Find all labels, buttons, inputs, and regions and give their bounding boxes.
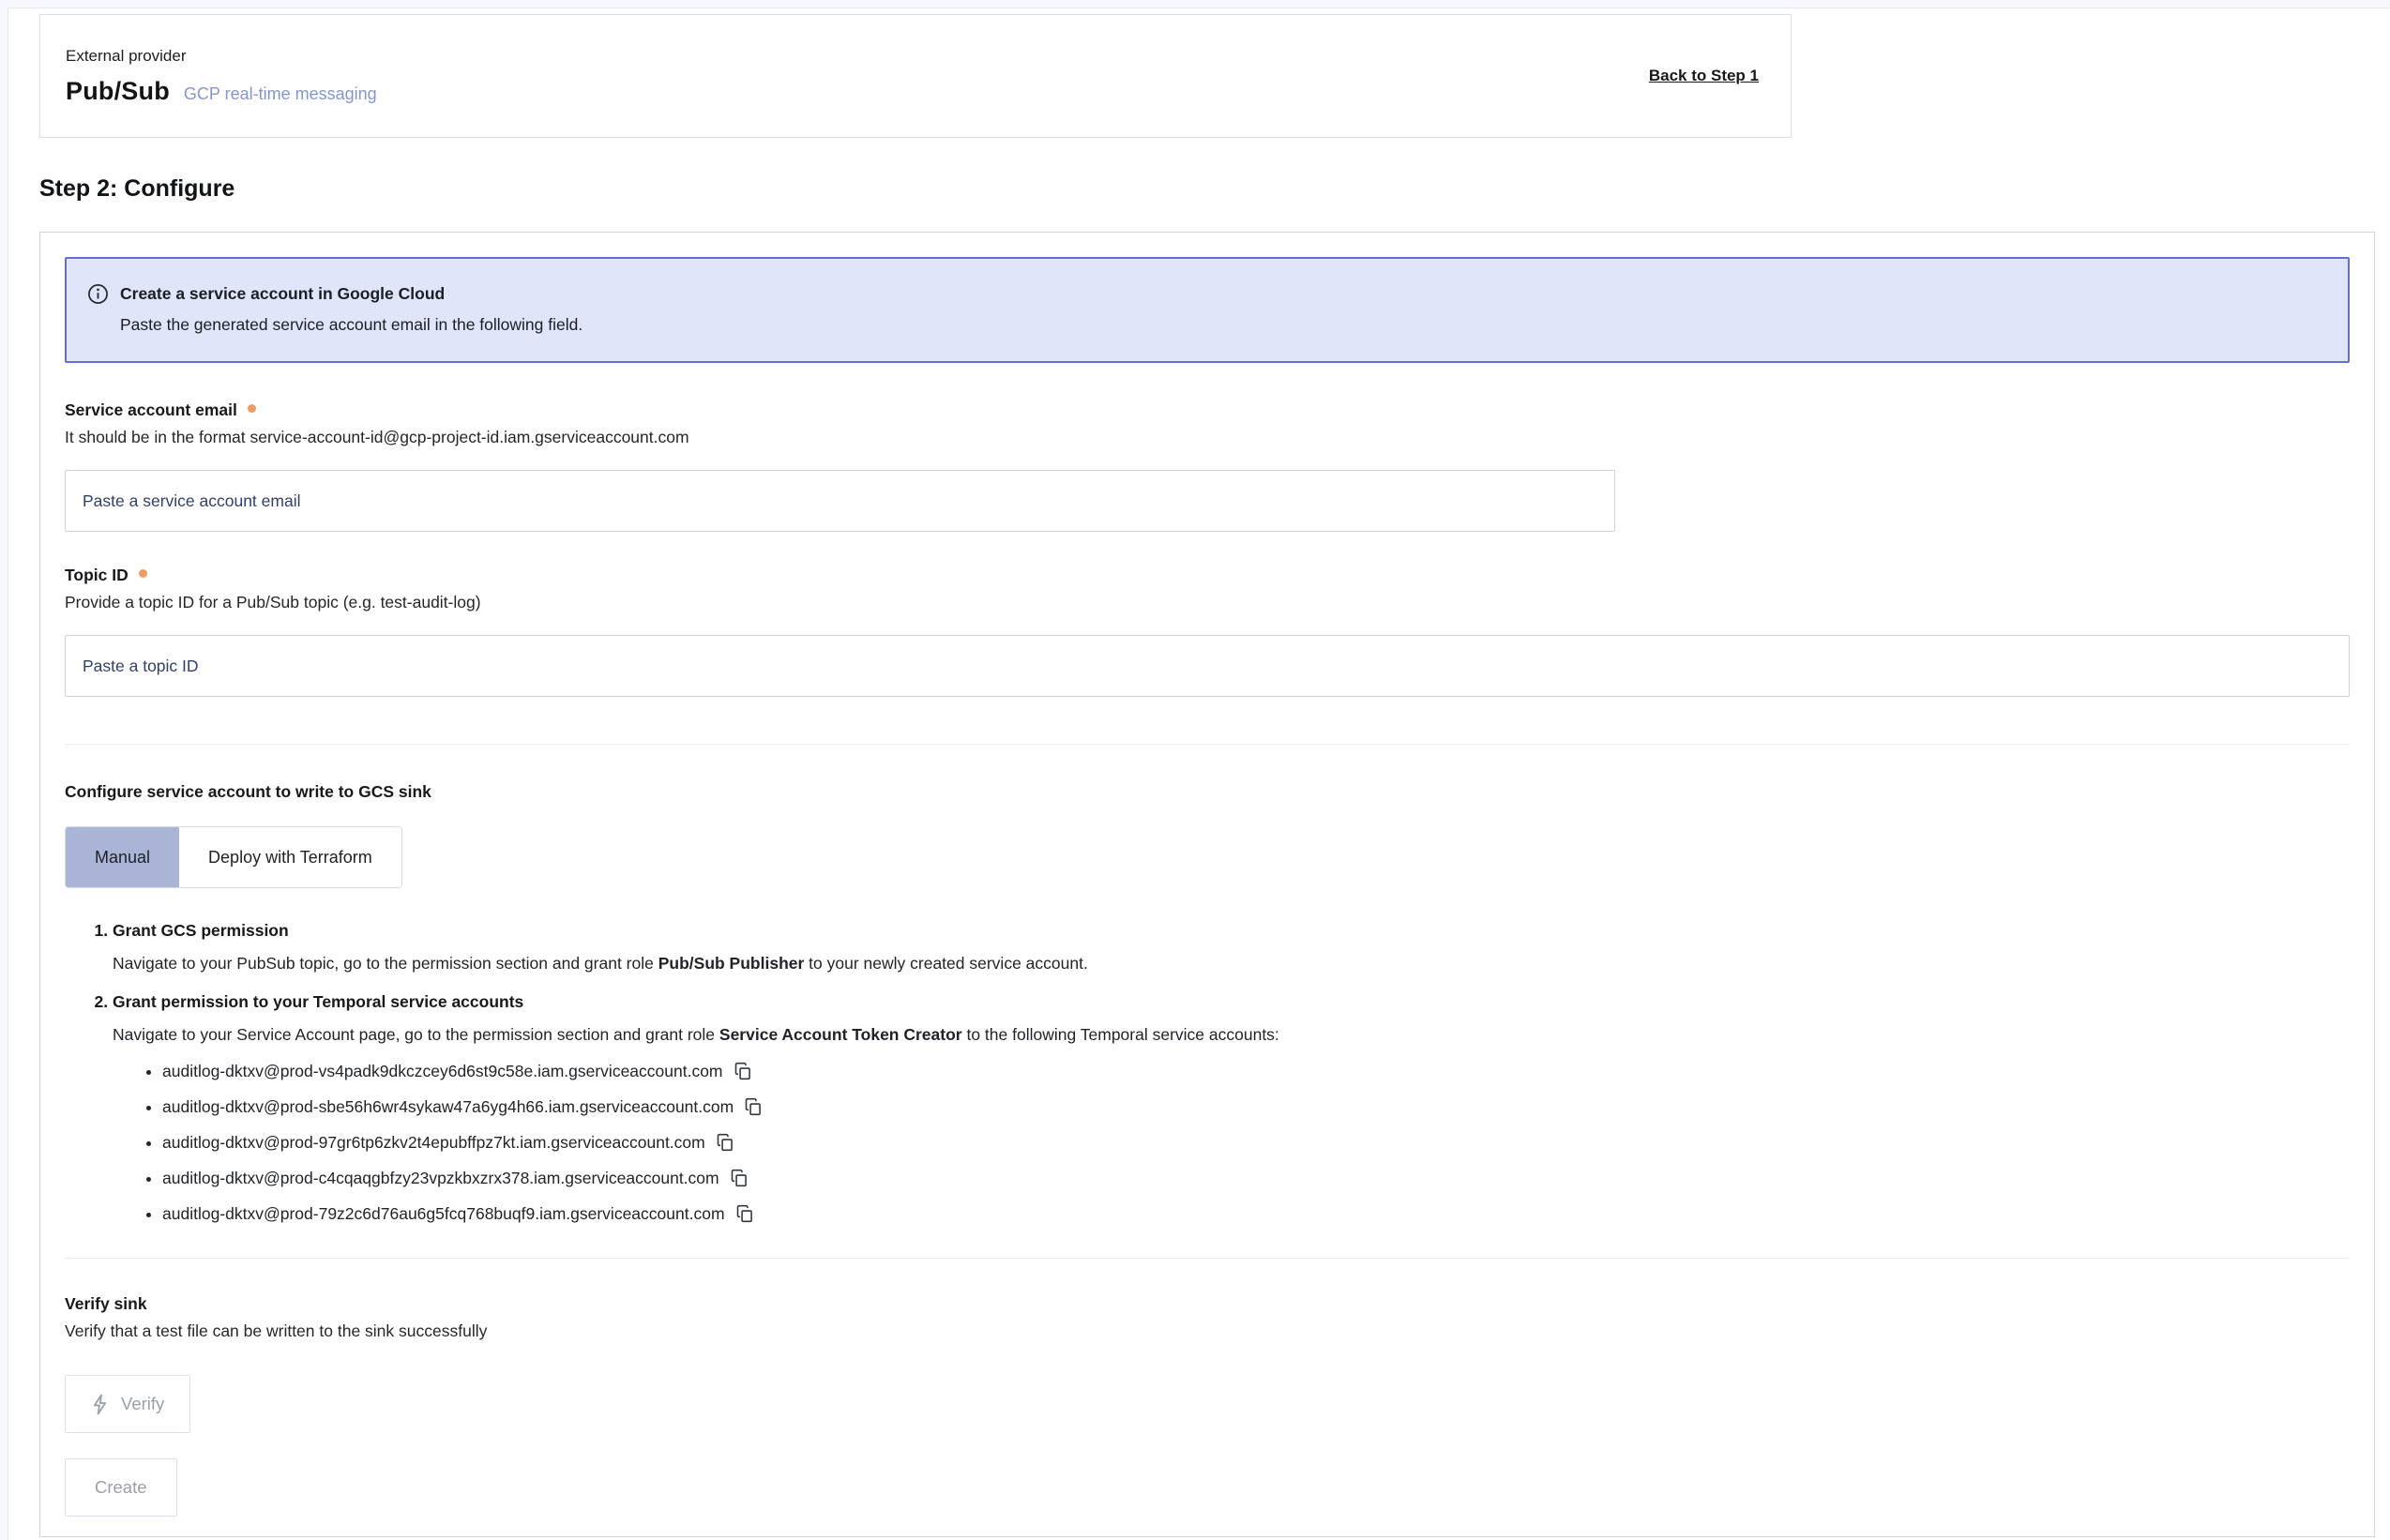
service-account-email-helper: It should be in the format service-accou… (65, 428, 2350, 447)
step-title: Grant GCS permission (113, 921, 289, 940)
step-text: to your newly created service account. (804, 954, 1088, 973)
tab-manual[interactable]: Manual (66, 827, 179, 887)
service-account-email-input[interactable] (65, 470, 1615, 532)
info-alert-subtitle: Paste the generated service account emai… (120, 312, 582, 337)
topic-id-input[interactable] (65, 635, 2350, 697)
service-account-item: auditlog-dktxv@prod-79z2c6d76au6g5fcq768… (162, 1202, 2350, 1226)
topic-id-label: Topic ID (65, 566, 129, 585)
manual-steps-list: Grant GCS permission Navigate to your Pu… (65, 918, 2350, 1226)
provider-card: External provider Pub/Sub GCP real-time … (39, 14, 1792, 138)
verify-sink-title: Verify sink (65, 1294, 2350, 1314)
role-name: Pub/Sub Publisher (658, 954, 805, 973)
verify-sink-subtitle: Verify that a test file can be written t… (65, 1321, 2350, 1341)
service-account-email-label: Service account email (65, 400, 237, 420)
provider-name: Pub/Sub (66, 77, 170, 106)
verify-button[interactable]: Verify (65, 1375, 190, 1433)
back-to-step-1-link[interactable]: Back to Step 1 (1649, 67, 1759, 85)
copy-icon[interactable] (735, 1204, 754, 1223)
provider-info: External provider Pub/Sub GCP real-time … (66, 47, 377, 106)
info-alert-title: Create a service account in Google Cloud (120, 281, 582, 306)
step-grant-gcs-permission: Grant GCS permission Navigate to your Pu… (113, 918, 2350, 975)
copy-icon[interactable] (734, 1062, 752, 1080)
provider-kind-label: External provider (66, 47, 377, 66)
temporal-service-accounts-list: auditlog-dktxv@prod-vs4padk9dkczcey6d6st… (113, 1060, 2350, 1226)
service-account-item: auditlog-dktxv@prod-c4cqaqgbfzy23vpzkbxz… (162, 1167, 2350, 1190)
create-button-label: Create (95, 1477, 147, 1498)
info-alert-body: Create a service account in Google Cloud… (120, 281, 582, 337)
service-account-email: auditlog-dktxv@prod-vs4padk9dkczcey6d6st… (162, 1062, 723, 1080)
provider-description: GCP real-time messaging (184, 84, 377, 104)
copy-icon[interactable] (716, 1133, 734, 1152)
page-background: External provider Pub/Sub GCP real-time … (8, 8, 2390, 1540)
copy-icon[interactable] (744, 1097, 763, 1116)
configure-card: Create a service account in Google Cloud… (39, 232, 2375, 1537)
topic-id-helper: Provide a topic ID for a Pub/Sub topic (… (65, 593, 2350, 612)
verify-button-label: Verify (121, 1394, 164, 1414)
step-title: Grant permission to your Temporal servic… (113, 992, 523, 1011)
service-account-email: auditlog-dktxv@prod-79z2c6d76au6g5fcq768… (162, 1204, 725, 1223)
info-alert: Create a service account in Google Cloud… (65, 257, 2350, 363)
service-account-item: auditlog-dktxv@prod-sbe56h6wr4sykaw47a6y… (162, 1095, 2350, 1119)
tab-deploy-with-terraform[interactable]: Deploy with Terraform (179, 827, 401, 887)
service-account-item: auditlog-dktxv@prod-vs4padk9dkczcey6d6st… (162, 1060, 2350, 1083)
step-description: Navigate to your Service Account page, g… (113, 1022, 2350, 1226)
configure-sink-section-title: Configure service account to write to GC… (65, 782, 2350, 802)
required-indicator-dot (248, 404, 256, 413)
bolt-icon (91, 1394, 109, 1415)
step-text: Navigate to your PubSub topic, go to the… (113, 954, 658, 973)
copy-icon[interactable] (730, 1169, 749, 1187)
role-name: Service Account Token Creator (719, 1025, 962, 1044)
create-button[interactable]: Create (65, 1458, 177, 1517)
section-divider (65, 744, 2350, 745)
step-text: Navigate to your Service Account page, g… (113, 1025, 719, 1044)
page-title: Step 2: Configure (39, 175, 2390, 203)
step-grant-temporal-permission: Grant permission to your Temporal servic… (113, 989, 2350, 1226)
info-icon (87, 283, 109, 305)
configure-method-tabs: Manual Deploy with Terraform (65, 826, 402, 888)
service-account-item: auditlog-dktxv@prod-97gr6tp6zkv2t4epubff… (162, 1131, 2350, 1155)
step-description: Navigate to your PubSub topic, go to the… (113, 951, 2350, 975)
section-divider (65, 1258, 2350, 1259)
required-indicator-dot (139, 569, 147, 578)
service-account-email: auditlog-dktxv@prod-sbe56h6wr4sykaw47a6y… (162, 1097, 734, 1116)
service-account-email: auditlog-dktxv@prod-c4cqaqgbfzy23vpzkbxz… (162, 1169, 719, 1187)
service-account-email: auditlog-dktxv@prod-97gr6tp6zkv2t4epubff… (162, 1133, 705, 1152)
step-text: to the following Temporal service accoun… (962, 1025, 1279, 1044)
